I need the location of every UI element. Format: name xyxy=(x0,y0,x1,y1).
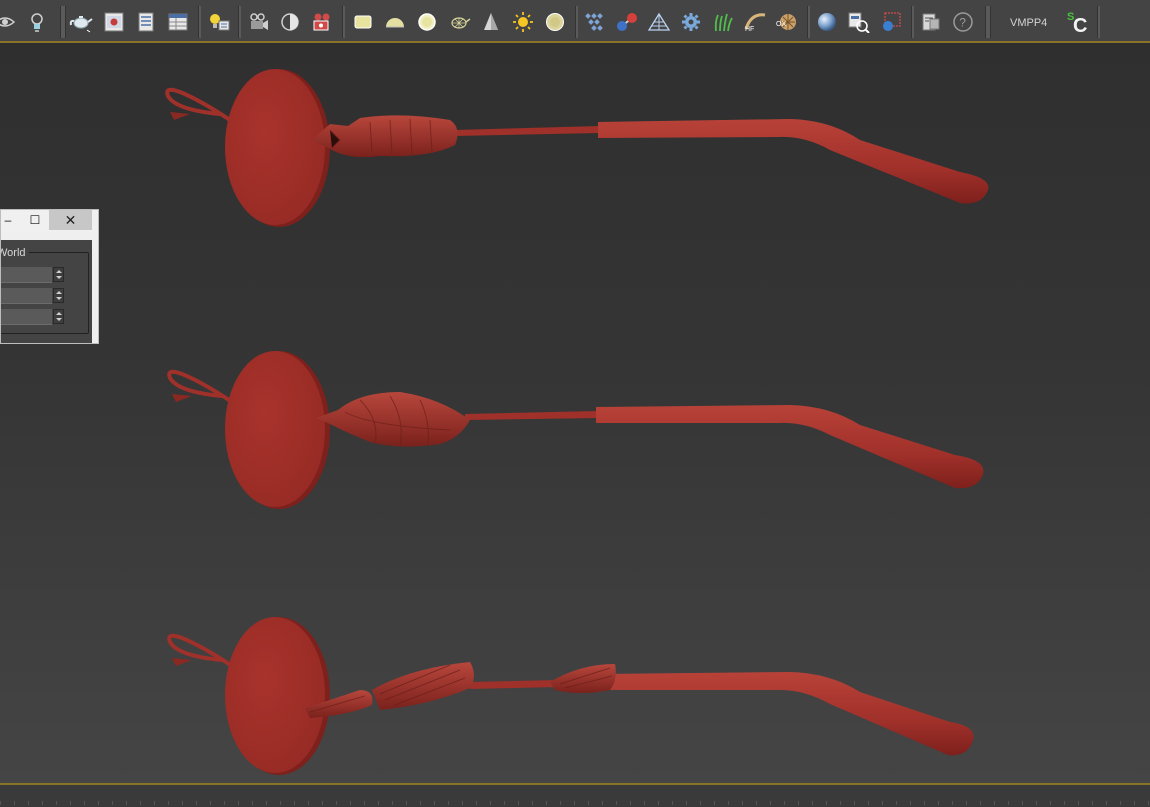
proxy-icon[interactable] xyxy=(582,9,608,35)
dialog-titlebar[interactable]: – ☐ ✕ xyxy=(1,210,98,232)
hf-icon[interactable]: HF xyxy=(742,9,768,35)
film-camera-icon[interactable] xyxy=(309,9,335,35)
x-spinner-arrows[interactable] xyxy=(53,267,64,282)
dome-icon[interactable] xyxy=(277,9,303,35)
svg-text:HF: HF xyxy=(745,26,754,33)
svg-text:OX: OX xyxy=(776,21,786,28)
toolbar-separator xyxy=(342,6,345,38)
glasses-temple-variant-2[interactable] xyxy=(167,351,984,509)
sc-logo-icon[interactable]: SC xyxy=(1066,8,1094,37)
time-ticks xyxy=(0,801,1150,805)
light-bulb-icon[interactable] xyxy=(24,9,50,35)
render-setup-icon[interactable] xyxy=(133,9,159,35)
y-field[interactable] xyxy=(1,288,52,304)
help-icon[interactable]: ? xyxy=(950,9,976,35)
world-group xyxy=(1,252,89,334)
toolbar-separator xyxy=(807,6,810,38)
plane-icon[interactable] xyxy=(350,9,376,35)
log-icon[interactable] xyxy=(918,9,944,35)
maximize-button[interactable]: ☐ xyxy=(23,210,47,230)
transform-type-in-dialog: – ☐ ✕ World xyxy=(0,209,99,344)
sphere-icon[interactable] xyxy=(814,9,840,35)
minimize-button[interactable]: – xyxy=(1,210,15,230)
x-spinner xyxy=(1,267,64,283)
cone-icon[interactable] xyxy=(478,9,504,35)
time-slider-bar[interactable] xyxy=(0,785,1150,807)
gear-icon[interactable] xyxy=(678,9,704,35)
render-frame-icon[interactable] xyxy=(101,9,127,35)
mesh-light-icon[interactable] xyxy=(446,9,472,35)
svg-text:?: ? xyxy=(959,16,966,30)
material-browser-icon[interactable] xyxy=(846,9,872,35)
light-lister-icon[interactable] xyxy=(206,9,232,35)
x-field[interactable] xyxy=(1,267,52,283)
teapot-icon[interactable] xyxy=(68,9,94,35)
camera-icon[interactable] xyxy=(245,9,271,35)
3ds-max-window: HF OX ? VMPP4 SC – ☐ ✕ orld xyxy=(0,0,1150,807)
dialog-body: World xyxy=(1,240,92,343)
plane-grid-icon[interactable] xyxy=(646,9,672,35)
z-spinner-arrows[interactable] xyxy=(53,309,64,324)
toolbar-separator xyxy=(1097,6,1100,38)
main-toolbar: HF OX ? VMPP4 SC xyxy=(0,0,1150,43)
glasses-temple-variant-1[interactable] xyxy=(165,69,989,227)
sphere-light-icon[interactable] xyxy=(414,9,440,35)
disc-icon[interactable] xyxy=(542,9,568,35)
y-spinner-arrows[interactable] xyxy=(53,288,64,303)
close-button[interactable]: ✕ xyxy=(49,210,92,230)
vmpp4-label[interactable]: VMPP4 xyxy=(1010,17,1047,29)
toolbar-separator xyxy=(575,6,578,38)
toolbar-separator xyxy=(238,6,241,38)
ox-icon[interactable]: OX xyxy=(774,9,800,35)
molecule-icon[interactable] xyxy=(614,9,640,35)
sun-icon[interactable] xyxy=(510,9,536,35)
svg-text:C: C xyxy=(1073,15,1087,36)
world-group-label: World xyxy=(1,247,29,259)
viewport-scene xyxy=(165,69,989,775)
z-spinner xyxy=(1,309,64,325)
grass-icon[interactable] xyxy=(710,9,736,35)
render-region-icon[interactable] xyxy=(878,9,904,35)
table-icon[interactable] xyxy=(165,9,191,35)
y-spinner xyxy=(1,288,64,304)
toolbar-separator xyxy=(985,6,991,38)
hemisphere-icon[interactable] xyxy=(382,9,408,35)
glasses-temple-variant-3[interactable] xyxy=(167,617,974,775)
perspective-viewport[interactable] xyxy=(0,43,1150,783)
z-field[interactable] xyxy=(1,309,52,325)
toolbar-separator xyxy=(911,6,914,38)
toolbar-separator xyxy=(60,6,66,38)
toolbar-separator xyxy=(198,6,201,38)
eye-icon[interactable] xyxy=(0,9,18,35)
